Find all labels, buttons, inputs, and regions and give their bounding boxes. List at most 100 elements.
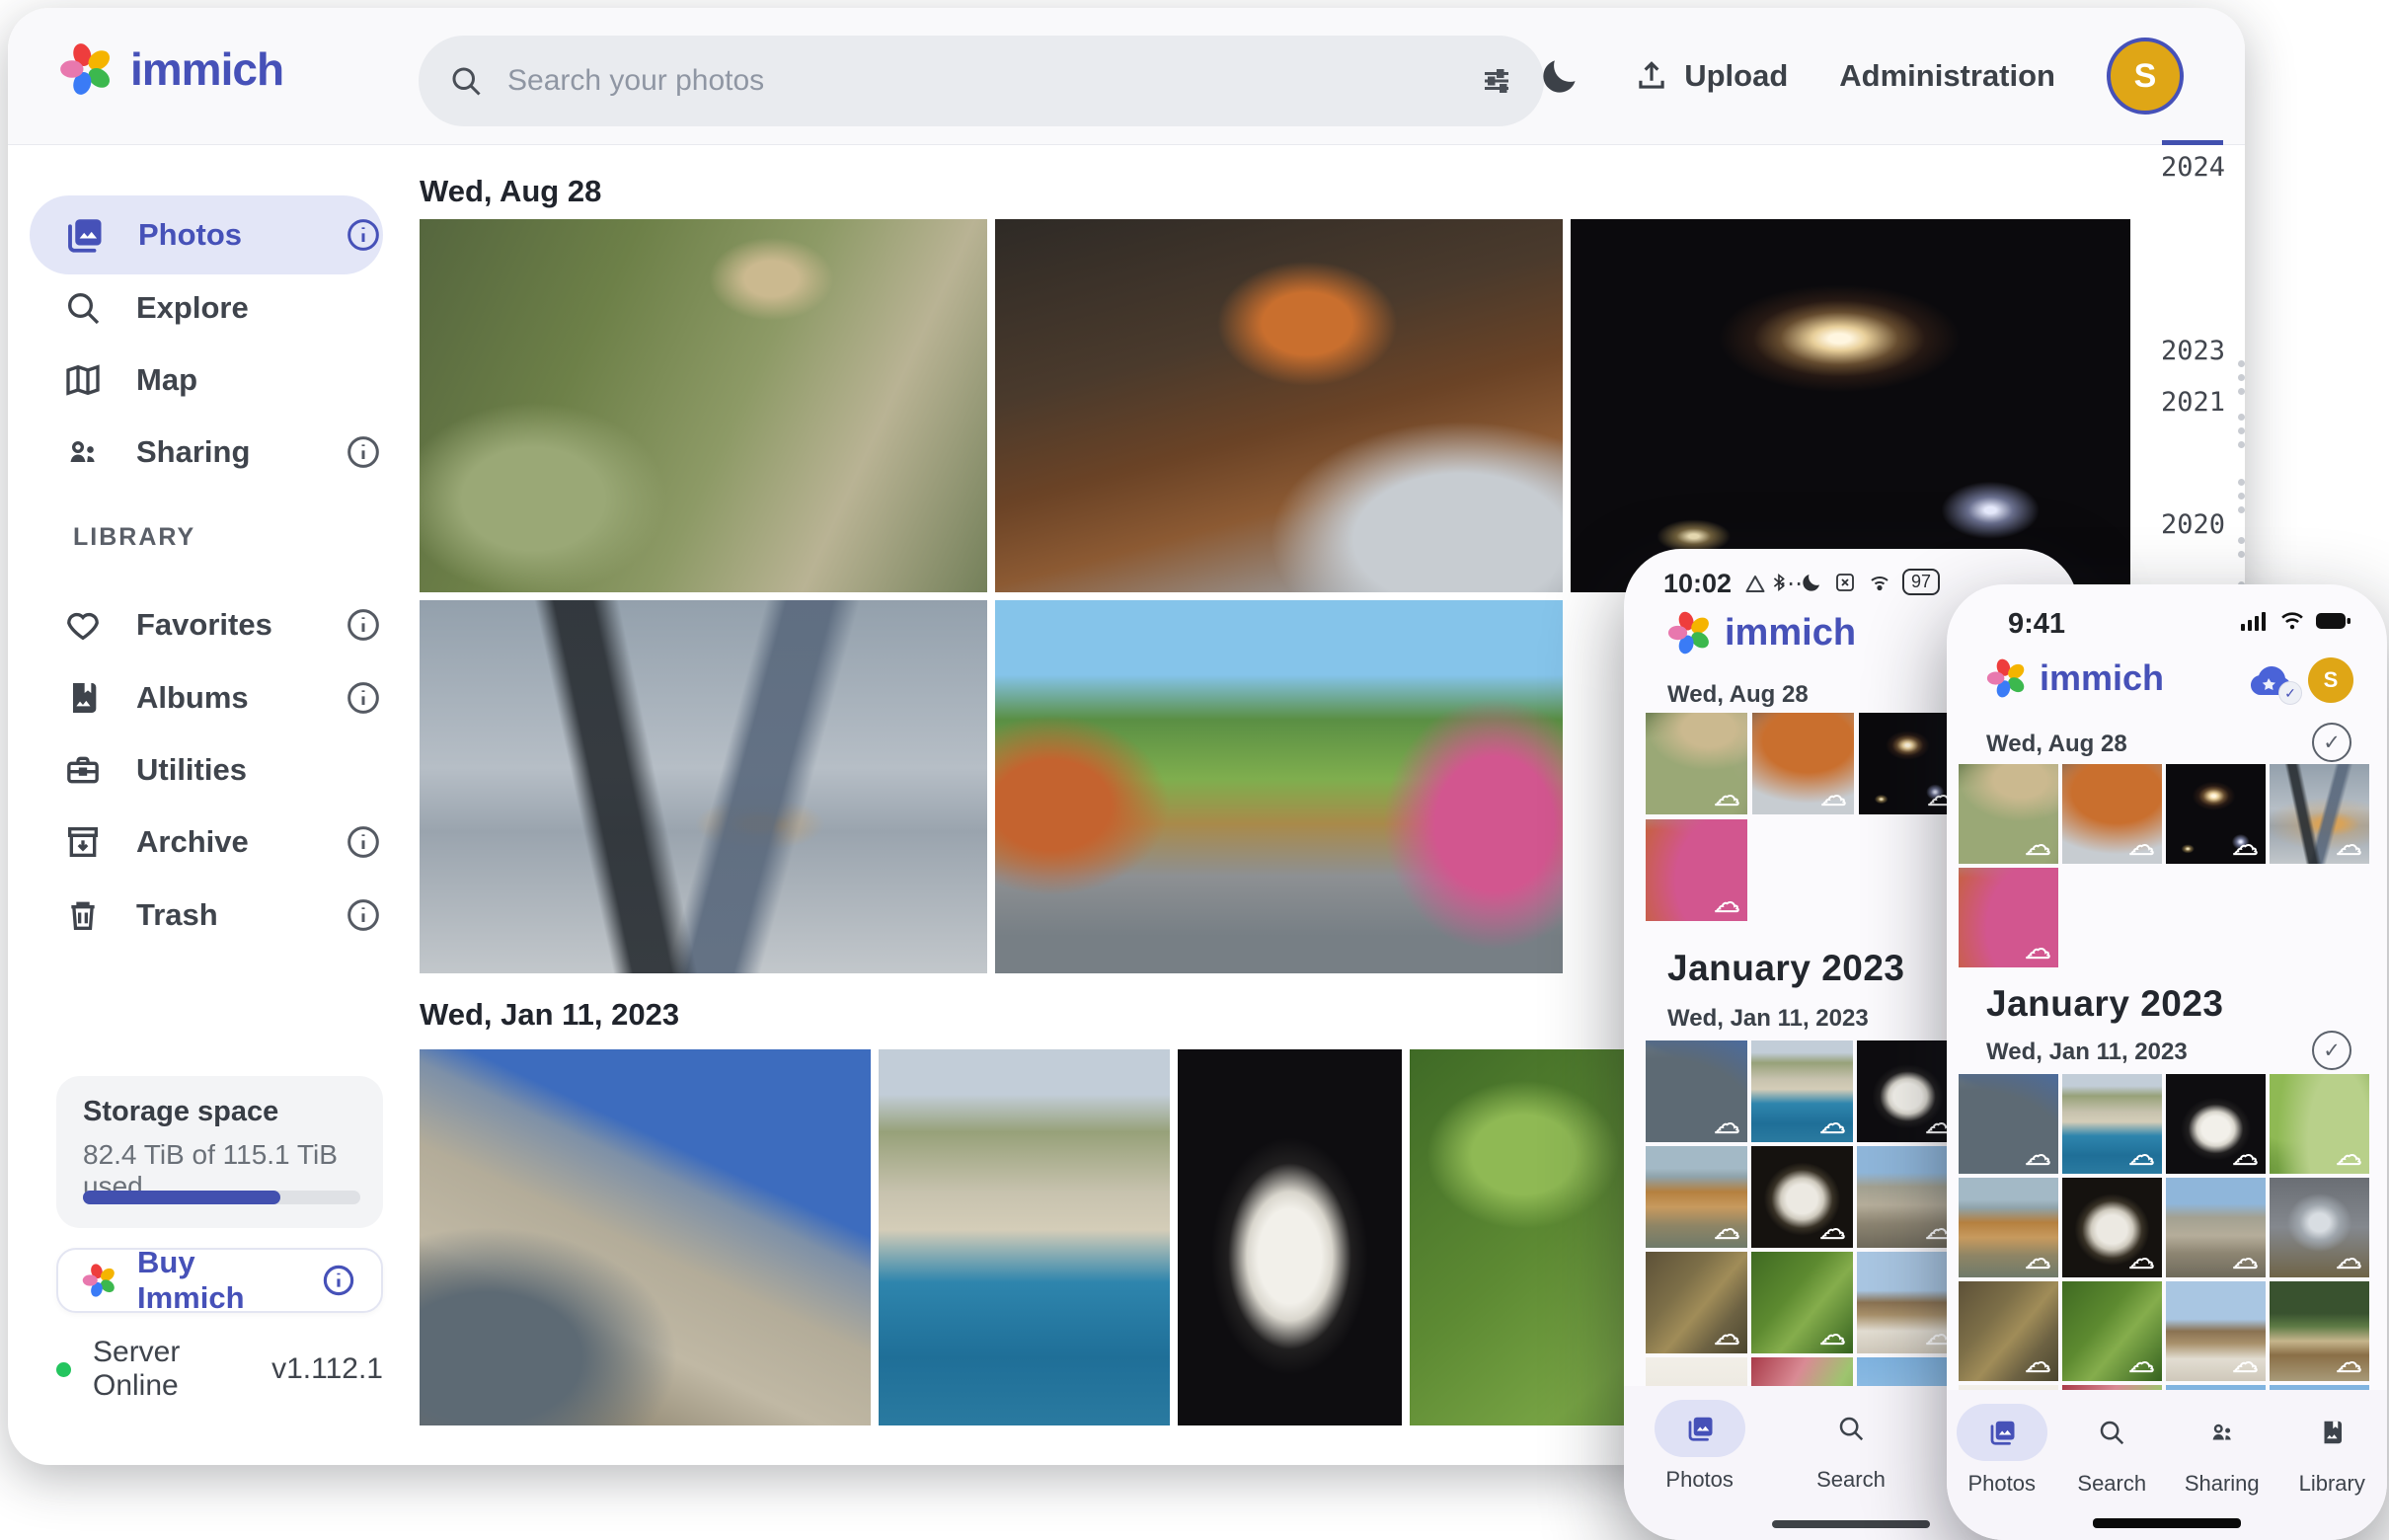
photo-coastal-town[interactable] xyxy=(2062,1074,2162,1174)
photo-autumn-garden-path[interactable] xyxy=(1959,868,2058,967)
sidebar-item-explore[interactable]: Explore xyxy=(30,269,383,347)
battery-percent: 97 xyxy=(1902,569,1940,595)
photo-autumn-garden-path[interactable] xyxy=(995,600,1563,973)
sidebar-label-archive: Archive xyxy=(136,824,310,860)
photo-marble-bust[interactable] xyxy=(1178,1049,1402,1425)
photo-zoo-monkeys[interactable] xyxy=(1959,764,2058,864)
photo-beach-cliff[interactable] xyxy=(1646,1146,1747,1248)
photo-marble-sculpture[interactable] xyxy=(2062,1178,2162,1277)
dark-mode-moon-icon[interactable] xyxy=(1538,54,1581,98)
photo-dubrovnik-fortress[interactable] xyxy=(1646,1040,1747,1142)
utilities-toolbox-icon xyxy=(63,750,103,790)
photo-zoo-monkeys[interactable] xyxy=(1646,713,1747,814)
photo-dubrovnik-fortress[interactable] xyxy=(1959,1074,2058,1174)
nav-photos[interactable]: Photos xyxy=(1953,1404,2051,1540)
search-filter-icon[interactable] xyxy=(1479,63,1514,99)
mobile-phone-ios: 9:41 immich S Wed, Aug 28 January 2023 W… xyxy=(1947,584,2387,1540)
sidebar-item-favorites[interactable]: Favorites xyxy=(30,585,383,664)
photo-autumn-garden-path[interactable] xyxy=(1646,819,1747,921)
select-day-checkbox[interactable] xyxy=(2312,1031,2351,1070)
photo-winter-church[interactable] xyxy=(1857,1252,1959,1353)
nav-search[interactable]: Search xyxy=(1802,1400,1900,1540)
sidebar-label-photos: Photos xyxy=(138,217,310,253)
photo-fireworks[interactable] xyxy=(1571,219,2130,592)
info-icon[interactable] xyxy=(344,822,383,862)
nav-library[interactable]: Library xyxy=(2282,1404,2381,1540)
photos-icon xyxy=(63,214,105,256)
photo-lizard-moss[interactable] xyxy=(2062,1281,2162,1381)
sidebar-item-archive[interactable]: Archive xyxy=(30,803,383,882)
cloud-backup-icon xyxy=(2026,1348,2050,1377)
info-icon[interactable] xyxy=(344,678,383,718)
nav-photos[interactable]: Photos xyxy=(1651,1400,1749,1540)
home-indicator[interactable] xyxy=(1772,1520,1930,1528)
photo-coastal-town[interactable] xyxy=(1751,1040,1853,1142)
info-icon[interactable] xyxy=(344,895,383,935)
timeline-year-2020[interactable]: 2020 xyxy=(2130,509,2225,540)
archive-icon xyxy=(63,822,103,862)
info-icon[interactable] xyxy=(344,215,383,255)
info-icon[interactable] xyxy=(344,432,383,472)
photo-lizard-moss[interactable] xyxy=(1751,1252,1853,1353)
upload-button[interactable]: Upload xyxy=(1633,57,1788,95)
photo-zoo-monkeys[interactable] xyxy=(420,219,987,592)
photo-beach-cliff[interactable] xyxy=(1959,1178,2058,1277)
timeline-year-2024[interactable]: 2024 xyxy=(2130,152,2225,183)
timeline-year-2023[interactable]: 2023 xyxy=(2130,336,2225,366)
sidebar-item-photos[interactable]: Photos xyxy=(30,195,383,274)
photo-alpine-houses[interactable] xyxy=(2270,1281,2369,1381)
cloud-backup-icon xyxy=(2129,831,2154,860)
cloud-backup-icon xyxy=(2337,1141,2361,1170)
nav-label: Sharing xyxy=(2185,1471,2260,1497)
info-icon[interactable] xyxy=(344,605,383,645)
sidebar-item-trash[interactable]: Trash xyxy=(30,876,383,955)
cloud-backup-icon xyxy=(2233,1348,2258,1377)
cloud-sync-button[interactable] xyxy=(2247,661,2296,701)
immich-logo[interactable]: immich xyxy=(59,41,283,97)
photo-fireworks[interactable] xyxy=(2166,764,2266,864)
info-icon[interactable] xyxy=(320,1262,357,1299)
photo-silver-ornament[interactable] xyxy=(2270,1178,2369,1277)
photo-holding-hands[interactable] xyxy=(420,600,987,973)
photo-autumn-dinner-table[interactable] xyxy=(995,219,1563,592)
sidebar-item-utilities[interactable]: Utilities xyxy=(30,731,383,809)
photo-marble-bust[interactable] xyxy=(1857,1040,1959,1142)
home-indicator[interactable] xyxy=(2093,1518,2241,1528)
photo-castle-ruins[interactable] xyxy=(2166,1178,2266,1277)
photo-castle-ruins[interactable] xyxy=(1857,1146,1959,1248)
user-avatar[interactable]: S xyxy=(2308,657,2353,703)
search-input[interactable] xyxy=(505,63,1457,99)
heart-icon xyxy=(63,605,103,645)
trash-icon xyxy=(63,895,103,935)
administration-link[interactable]: Administration xyxy=(1839,58,2055,94)
photo-holding-hands[interactable] xyxy=(2270,764,2369,864)
sidebar-item-albums[interactable]: Albums xyxy=(30,658,383,737)
phone2-day-header-aug: Wed, Aug 28 xyxy=(1986,731,2127,758)
timeline-year-2021[interactable]: 2021 xyxy=(2130,387,2225,418)
photo-marble-sculpture[interactable] xyxy=(1751,1146,1853,1248)
sharing-people-icon xyxy=(63,432,103,472)
photo-autumn-dinner-table[interactable] xyxy=(2062,764,2162,864)
photo-dubrovnik-fortress[interactable] xyxy=(420,1049,871,1425)
immich-flower-icon xyxy=(1986,657,2028,699)
user-avatar[interactable]: S xyxy=(2107,38,2184,115)
cloud-backup-icon xyxy=(2026,935,2050,963)
photo-fireworks[interactable] xyxy=(1859,713,1961,814)
photo-coastal-town[interactable] xyxy=(879,1049,1170,1425)
wifi-icon xyxy=(2278,610,2306,632)
sidebar-item-sharing[interactable]: Sharing xyxy=(30,413,383,492)
photo-autumn-dinner-table[interactable] xyxy=(1752,713,1854,814)
dnd-moon-icon xyxy=(1800,571,1823,594)
select-day-checkbox[interactable] xyxy=(2312,723,2351,762)
search-bar[interactable] xyxy=(419,36,1544,126)
buy-immich-button[interactable]: Buy Immich xyxy=(56,1248,383,1313)
cloud-backup-icon xyxy=(2337,831,2361,860)
photo-winter-church[interactable] xyxy=(2166,1281,2266,1381)
top-bar: immich Upload Administration S xyxy=(8,8,2245,145)
photo-lizard-leaves[interactable] xyxy=(1646,1252,1747,1353)
sidebar-item-map[interactable]: Map xyxy=(30,341,383,420)
photo-green-berries[interactable] xyxy=(2270,1074,2369,1174)
photo-lizard-leaves[interactable] xyxy=(1959,1281,2058,1381)
sidebar-label-utilities: Utilities xyxy=(136,752,383,788)
photo-marble-bust[interactable] xyxy=(2166,1074,2266,1174)
